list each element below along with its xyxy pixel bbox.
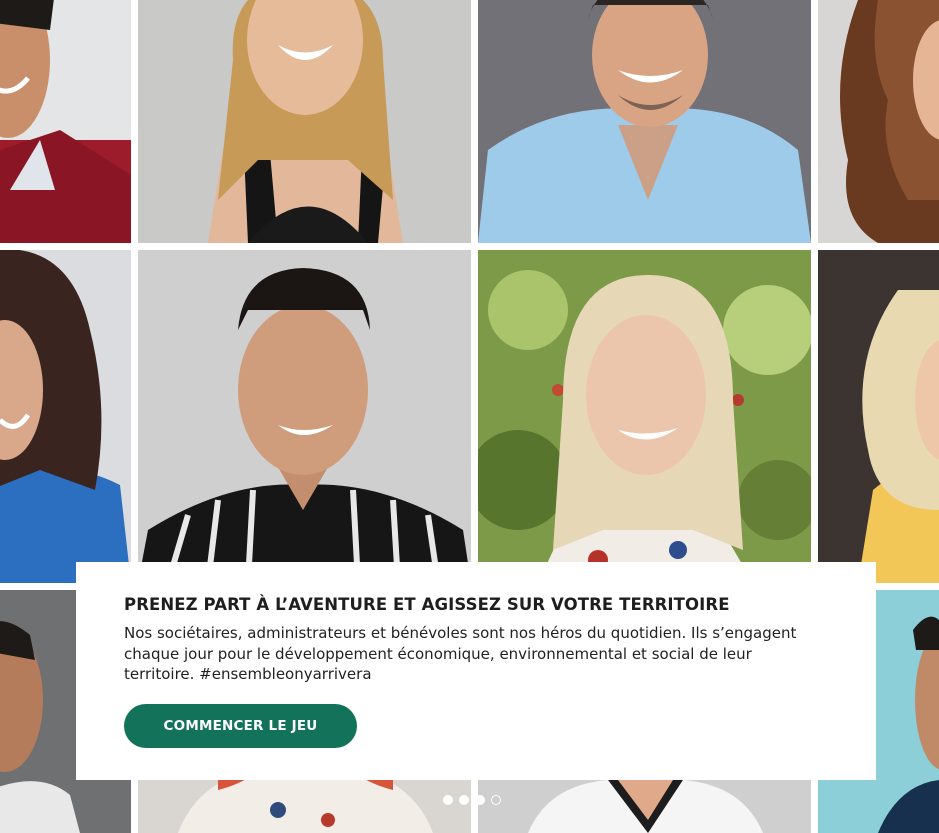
carousel-dot-1[interactable] <box>443 795 453 805</box>
portrait-tile <box>818 250 939 583</box>
start-game-button[interactable]: COMMENCER LE JEU <box>124 704 357 748</box>
portrait-tile <box>478 250 811 583</box>
portrait-tile <box>478 0 811 243</box>
hero-section: PRENEZ PART À L’AVENTURE ET AGISSEZ SUR … <box>0 0 939 833</box>
carousel-pagination <box>443 795 501 807</box>
portrait-tile <box>0 250 131 583</box>
portrait-tile <box>138 250 471 583</box>
hero-title: PRENEZ PART À L’AVENTURE ET AGISSEZ SUR … <box>124 595 730 614</box>
hero-description: Nos sociétaires, administrateurs et béné… <box>124 624 797 683</box>
hero-card: PRENEZ PART À L’AVENTURE ET AGISSEZ SUR … <box>76 562 876 780</box>
portrait-tile <box>818 0 939 243</box>
portrait-tile <box>138 0 471 243</box>
portrait-tile <box>0 0 131 243</box>
carousel-dot-2[interactable] <box>459 795 469 805</box>
carousel-dot-3[interactable] <box>475 795 485 805</box>
carousel-dot-4[interactable] <box>491 795 501 805</box>
